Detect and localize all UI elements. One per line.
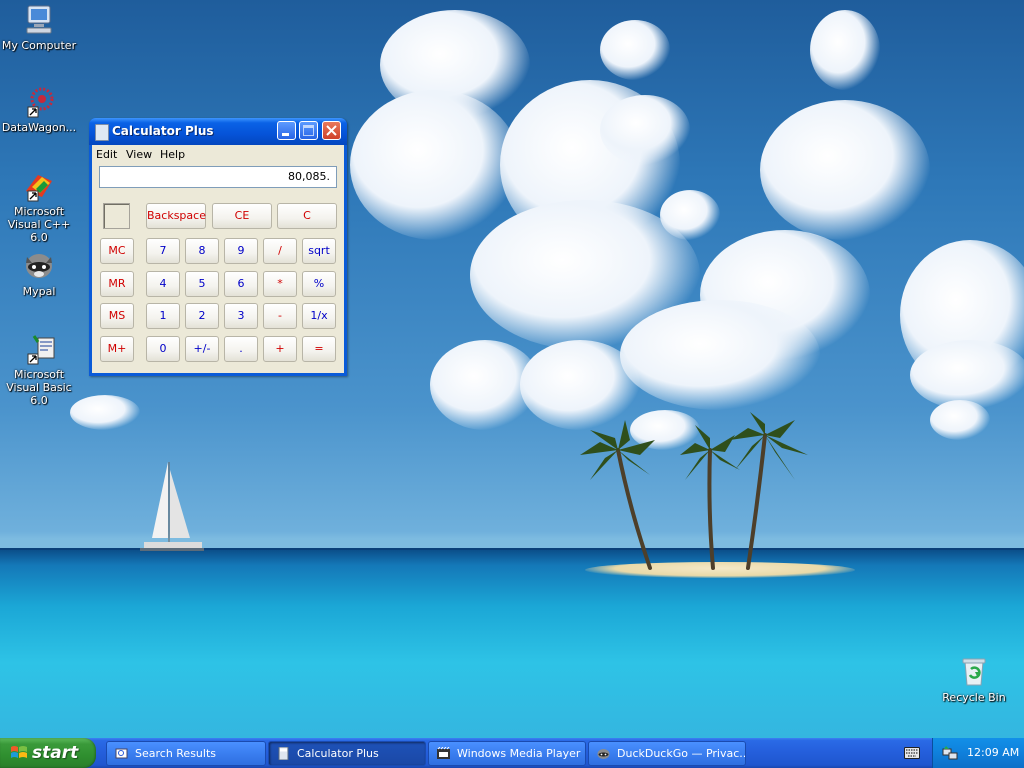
digit-2-button[interactable]: 2 xyxy=(185,303,219,329)
sailboat xyxy=(140,462,204,551)
media-player-icon xyxy=(437,747,450,759)
search-results-icon xyxy=(115,748,128,759)
task-label: Windows Media Player xyxy=(457,747,581,760)
start-label: start xyxy=(32,743,79,763)
sign-toggle-button[interactable]: +/- xyxy=(185,336,219,362)
desktop-icon-recycle-bin[interactable]: Recycle Bin xyxy=(934,655,1014,704)
desktop-icon-my-computer[interactable]: My Computer xyxy=(0,3,79,52)
raccoon-icon xyxy=(22,249,56,283)
desktop-icon-label: My Computer xyxy=(1,39,77,52)
percent-button[interactable]: % xyxy=(302,271,336,297)
decimal-button[interactable]: . xyxy=(224,336,258,362)
start-button[interactable]: start xyxy=(0,738,96,768)
desktop-icon-label: DataWagon... xyxy=(1,121,77,134)
subtract-button[interactable]: - xyxy=(263,303,297,329)
memory-recall-button[interactable]: MR xyxy=(100,271,134,297)
desktop-icon-datawagon[interactable]: DataWagon... xyxy=(0,85,79,134)
memory-indicator xyxy=(103,203,130,229)
desktop-icon-visual-basic[interactable]: Microsoft Visual Basic 6.0 xyxy=(0,332,79,407)
menu-bar: Edit View Help xyxy=(92,145,344,163)
desktop-icon-label: Mypal xyxy=(22,285,56,298)
clear-button[interactable]: C xyxy=(277,203,337,229)
menu-help[interactable]: Help xyxy=(160,148,185,161)
recycle-bin-icon xyxy=(957,655,991,689)
visual-cpp-icon xyxy=(22,169,56,203)
taskbar: start Search Results Calculator Plus Win… xyxy=(0,738,1024,768)
computer-icon xyxy=(22,3,56,37)
task-label: Search Results xyxy=(135,747,217,760)
network-icon[interactable] xyxy=(942,745,958,761)
cloud xyxy=(910,340,1024,410)
reciprocal-button[interactable]: 1/x xyxy=(302,303,336,329)
multiply-button[interactable]: * xyxy=(263,271,297,297)
clear-entry-button[interactable]: CE xyxy=(212,203,272,229)
clock[interactable]: 12:09 AM xyxy=(967,746,1019,759)
cloud xyxy=(810,10,880,90)
close-icon xyxy=(326,125,337,136)
task-windows-media-player[interactable]: Windows Media Player xyxy=(428,741,586,766)
calculator-body: Edit View Help 80,085. Backspace CE C MC… xyxy=(92,145,344,373)
keyboard-icon[interactable] xyxy=(904,747,920,759)
visual-basic-icon xyxy=(22,332,56,366)
desktop-icon-mypal[interactable]: Mypal xyxy=(0,249,79,298)
cloud xyxy=(350,90,520,240)
cloud xyxy=(620,300,820,410)
datawagon-icon xyxy=(22,85,56,119)
windows-logo-icon xyxy=(11,746,27,758)
system-tray: 12:09 AM xyxy=(932,738,1024,768)
task-calculator-plus[interactable]: Calculator Plus xyxy=(268,741,426,766)
maximize-button[interactable] xyxy=(299,121,318,140)
digit-6-button[interactable]: 6 xyxy=(224,271,258,297)
palm-trees xyxy=(580,412,808,570)
digit-3-button[interactable]: 3 xyxy=(224,303,258,329)
cloud xyxy=(600,20,670,80)
cloud xyxy=(930,400,990,440)
backspace-button[interactable]: Backspace xyxy=(146,203,206,229)
menu-edit[interactable]: Edit xyxy=(96,148,117,161)
sqrt-button[interactable]: sqrt xyxy=(302,238,336,264)
title-bar[interactable]: Calculator Plus xyxy=(89,118,347,145)
menu-view[interactable]: View xyxy=(126,148,152,161)
task-label: Calculator Plus xyxy=(297,747,379,760)
cloud xyxy=(600,95,690,165)
memory-add-button[interactable]: M+ xyxy=(100,336,134,362)
memory-clear-button[interactable]: MC xyxy=(100,238,134,264)
mypal-browser-icon xyxy=(597,749,610,759)
cloud xyxy=(70,395,140,430)
digit-8-button[interactable]: 8 xyxy=(185,238,219,264)
desktop-icon-visual-cpp[interactable]: Microsoft Visual C++ 6.0 xyxy=(0,169,79,244)
digit-1-button[interactable]: 1 xyxy=(146,303,180,329)
digit-7-button[interactable]: 7 xyxy=(146,238,180,264)
digit-0-button[interactable]: 0 xyxy=(146,336,180,362)
memory-store-button[interactable]: MS xyxy=(100,303,134,329)
sea xyxy=(0,550,1024,738)
desktop-icon-label: Recycle Bin xyxy=(942,691,1006,704)
divide-button[interactable]: / xyxy=(263,238,297,264)
maximize-icon xyxy=(303,125,314,136)
minimize-icon xyxy=(282,133,289,136)
equals-button[interactable]: = xyxy=(302,336,336,362)
task-search-results[interactable]: Search Results xyxy=(106,741,266,766)
calculator-display: 80,085. xyxy=(99,166,337,188)
calculator-icon xyxy=(278,747,289,760)
digit-4-button[interactable]: 4 xyxy=(146,271,180,297)
add-button[interactable]: + xyxy=(263,336,297,362)
digit-9-button[interactable]: 9 xyxy=(224,238,258,264)
desktop-icon-label: Microsoft Visual C++ 6.0 xyxy=(7,205,71,244)
close-button[interactable] xyxy=(322,121,341,140)
task-label: DuckDuckGo — Privac... xyxy=(617,747,746,760)
minimize-button[interactable] xyxy=(277,121,296,140)
cloud xyxy=(660,190,720,240)
cloud xyxy=(760,100,930,240)
task-duckduckgo[interactable]: DuckDuckGo — Privac... xyxy=(588,741,746,766)
calculator-app-icon xyxy=(95,124,109,141)
desktop-icon-label: Microsoft Visual Basic 6.0 xyxy=(6,368,72,407)
digit-5-button[interactable]: 5 xyxy=(185,271,219,297)
calculator-window[interactable]: Calculator Plus Edit View Help 80,085. B… xyxy=(89,118,347,376)
window-title: Calculator Plus xyxy=(112,124,214,138)
